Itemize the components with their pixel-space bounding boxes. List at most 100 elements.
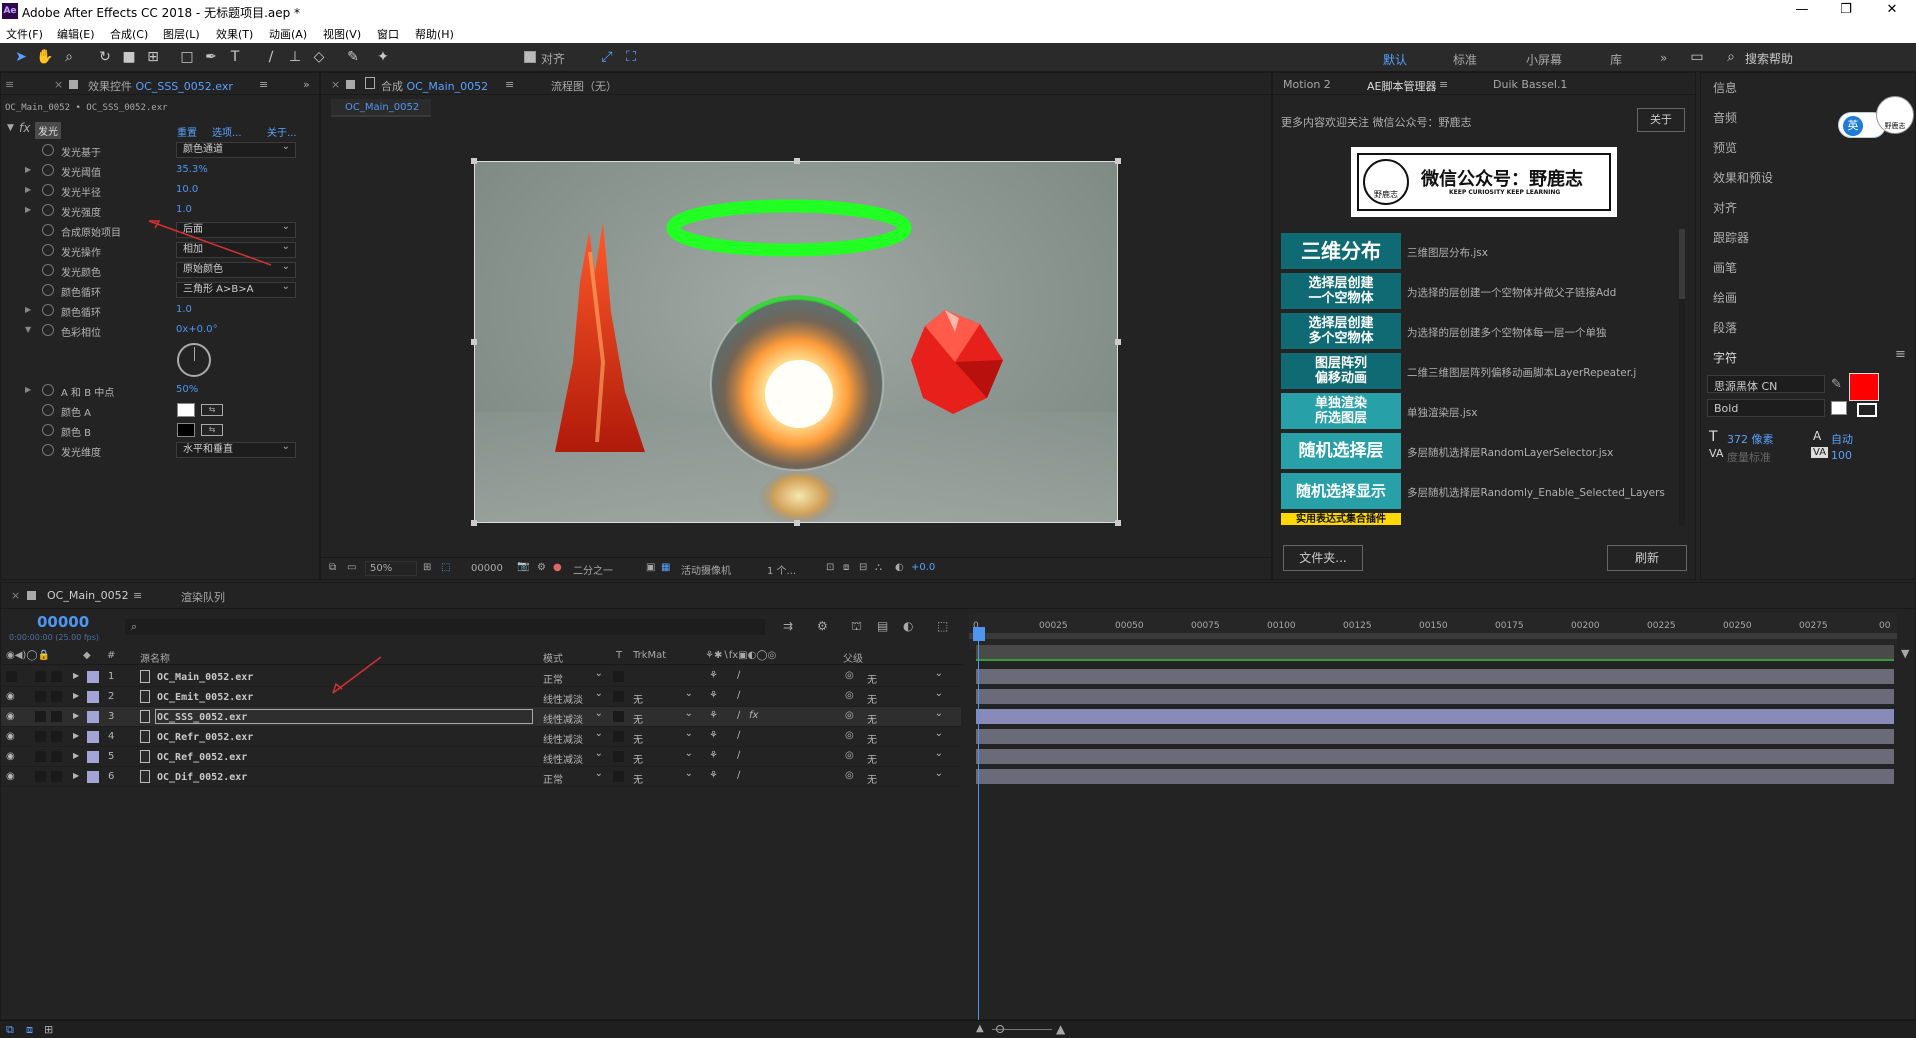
pickwhip-icon[interactable]: ◎ bbox=[845, 670, 854, 681]
rotate-tool-icon[interactable]: ↻ bbox=[96, 48, 114, 66]
stopwatch-icon[interactable] bbox=[42, 304, 54, 316]
type-tool-icon[interactable]: T bbox=[226, 48, 244, 66]
panel-preview[interactable]: 预览 bbox=[1713, 139, 1737, 156]
panel-align[interactable]: 对齐 bbox=[1713, 199, 1737, 216]
refresh-button[interactable]: 刷新 bbox=[1607, 545, 1687, 571]
eyedropper-icon[interactable]: ⇆ bbox=[201, 404, 223, 416]
zoom-tool-icon[interactable]: ⌕ bbox=[60, 48, 78, 66]
expand-arrow-icon[interactable]: ▶ bbox=[25, 185, 31, 194]
script-btn-render-selected[interactable]: 单独渲染 所选图层 bbox=[1281, 393, 1401, 429]
layer-name[interactable]: OC_Main_0052.exr bbox=[157, 672, 253, 683]
menu-window[interactable]: 窗口 bbox=[377, 26, 399, 42]
camera-dropdown[interactable]: 活动摄像机 bbox=[681, 562, 731, 577]
label-color[interactable] bbox=[87, 711, 99, 723]
eyedropper-icon[interactable]: ✎ bbox=[1831, 377, 1842, 392]
folder-button[interactable]: 文件夹... bbox=[1283, 545, 1363, 571]
timeline-tab[interactable]: OC_Main_0052 bbox=[47, 589, 129, 602]
expand-arrow-icon[interactable]: ▶ bbox=[73, 711, 79, 720]
solo-toggle[interactable] bbox=[35, 751, 46, 762]
transform-handle[interactable] bbox=[1115, 158, 1121, 164]
trkmat-col[interactable]: TrkMat bbox=[633, 650, 666, 661]
menu-file[interactable]: 文件(F) bbox=[6, 26, 43, 42]
layer-row-3[interactable]: ◉ ▶ 3 OC_SSS_0052.exr 线性减淡 无 ⚘ ∕ fx ◎ 无 bbox=[1, 707, 961, 727]
color-loops-value[interactable]: 1.0 bbox=[176, 304, 192, 315]
layer-name[interactable]: OC_Refr_0052.exr bbox=[157, 732, 253, 743]
transform-handle[interactable] bbox=[471, 158, 477, 164]
glow-threshold-value[interactable]: 35.3% bbox=[176, 164, 208, 175]
tab-menu-icon[interactable]: ≡ bbox=[505, 78, 514, 91]
layer-name[interactable]: OC_SSS_0052.exr bbox=[157, 712, 247, 723]
pen-tool-icon[interactable]: ✒ bbox=[202, 48, 220, 66]
workspace-library[interactable]: 库 bbox=[1610, 51, 1622, 68]
menu-edit[interactable]: 编辑(E) bbox=[57, 26, 95, 42]
frame-blending-icon[interactable]: ▤ bbox=[877, 619, 888, 633]
playhead-handle[interactable] bbox=[973, 627, 985, 641]
zoom-dropdown[interactable]: 50% bbox=[365, 561, 417, 576]
preserve-transparency-toggle[interactable] bbox=[613, 771, 624, 782]
blend-mode-dropdown[interactable]: 正常 bbox=[543, 668, 605, 686]
solo-toggle[interactable] bbox=[35, 731, 46, 742]
quality-switch-icon[interactable]: ∕ bbox=[737, 690, 740, 701]
layer-bar-6[interactable] bbox=[976, 769, 1894, 784]
snap-option-icon[interactable]: ⤢ bbox=[598, 48, 616, 66]
fill-color-swatch[interactable] bbox=[1849, 373, 1879, 401]
workspace-panel-icon[interactable]: ▭ bbox=[1688, 48, 1706, 66]
script-btn-layer-repeater[interactable]: 图层阵列 偏移动画 bbox=[1281, 353, 1401, 389]
lock-toggle[interactable] bbox=[51, 671, 62, 682]
layer-bar-5[interactable] bbox=[976, 749, 1894, 764]
leading-value[interactable]: 自动 bbox=[1831, 431, 1853, 447]
trkmat-dropdown[interactable]: 无 bbox=[633, 728, 695, 746]
panel-menu-icon[interactable]: ≡ bbox=[5, 78, 14, 91]
blend-mode-dropdown[interactable]: 线性减淡 bbox=[543, 708, 605, 726]
layer-row-4[interactable]: ◉ ▶ 4 OC_Refr_0052.exr 线性减淡 无 ⚘ ∕ ◎ 无 bbox=[1, 727, 961, 747]
lock-icon[interactable] bbox=[69, 80, 78, 89]
effect-options-link[interactable]: 选项... bbox=[212, 124, 242, 139]
menu-effect[interactable]: 效果(T) bbox=[216, 26, 253, 42]
pickwhip-icon[interactable]: ◎ bbox=[845, 750, 854, 761]
help-search-input[interactable]: 搜索帮助 bbox=[1745, 50, 1793, 67]
lock-toggle[interactable] bbox=[51, 771, 62, 782]
script-btn-random-select[interactable]: 随机选择层 bbox=[1281, 433, 1401, 469]
preserve-transparency-toggle[interactable] bbox=[613, 671, 624, 682]
parent-dropdown[interactable]: 无 bbox=[867, 748, 945, 766]
glow-based-on-dropdown[interactable]: 颜色通道 bbox=[176, 140, 296, 158]
blend-mode-dropdown[interactable]: 正常 bbox=[543, 768, 605, 786]
pickwhip-icon[interactable]: ◎ bbox=[845, 690, 854, 701]
selection-tool-icon[interactable]: ➤ bbox=[12, 48, 30, 66]
tab-menu-icon[interactable]: ≡ bbox=[133, 589, 142, 602]
font-family-dropdown[interactable]: 思源黑体 CN bbox=[1707, 375, 1825, 393]
transform-handle[interactable] bbox=[1115, 339, 1121, 345]
menu-composition[interactable]: 合成(C) bbox=[110, 26, 148, 42]
stopwatch-icon[interactable] bbox=[42, 324, 54, 336]
eye-icon[interactable]: ◉ bbox=[6, 771, 15, 782]
stopwatch-icon[interactable] bbox=[42, 244, 54, 256]
preserve-transparency-toggle[interactable] bbox=[613, 711, 624, 722]
time-ruler[interactable]: 0 00025 00050 00075 00100 00125 00150 00… bbox=[969, 613, 1897, 649]
transparency-grid-icon[interactable]: ▦ bbox=[661, 562, 670, 573]
in-out-icon[interactable]: ⊞ bbox=[44, 1023, 53, 1036]
pickwhip-icon[interactable]: ◎ bbox=[845, 770, 854, 781]
flowchart-tab[interactable]: 流程图（无） bbox=[551, 78, 617, 94]
layer-name[interactable]: OC_Dif_0052.exr bbox=[157, 772, 247, 783]
expand-arrow-icon[interactable]: ▶ bbox=[25, 305, 31, 314]
script-scrollbar[interactable] bbox=[1679, 229, 1685, 525]
parent-dropdown[interactable]: 无 bbox=[867, 708, 945, 726]
brush-tool-icon[interactable]: ∕ bbox=[262, 48, 280, 66]
stopwatch-icon[interactable] bbox=[42, 164, 54, 176]
expand-arrow-icon[interactable]: ▶ bbox=[73, 671, 79, 680]
zoom-in-icon[interactable]: ▲ bbox=[1056, 1022, 1065, 1036]
script-btn-expressions[interactable]: 实用表达式集合插件 bbox=[1281, 513, 1401, 525]
quality-switch-icon[interactable]: ∕ bbox=[737, 670, 740, 681]
stopwatch-icon[interactable] bbox=[42, 184, 54, 196]
resolution-dropdown[interactable]: 二分之一 bbox=[573, 562, 613, 577]
font-size-value[interactable]: 372 像素 bbox=[1727, 431, 1774, 447]
eyedropper-icon[interactable]: ⇆ bbox=[201, 424, 223, 436]
graph-editor-icon[interactable]: ⬚ bbox=[937, 619, 948, 633]
preserve-transparency-toggle[interactable] bbox=[613, 731, 624, 742]
kerning-value[interactable]: 度量标准 bbox=[1727, 449, 1771, 465]
expand-arrow-icon[interactable]: ▶ bbox=[73, 731, 79, 740]
glow-dimensions-dropdown[interactable]: 水平和垂直 bbox=[176, 440, 296, 458]
lock-toggle[interactable] bbox=[51, 691, 62, 702]
quality-switch-icon[interactable]: ∕ bbox=[737, 710, 740, 721]
lock-icon[interactable] bbox=[27, 591, 36, 600]
